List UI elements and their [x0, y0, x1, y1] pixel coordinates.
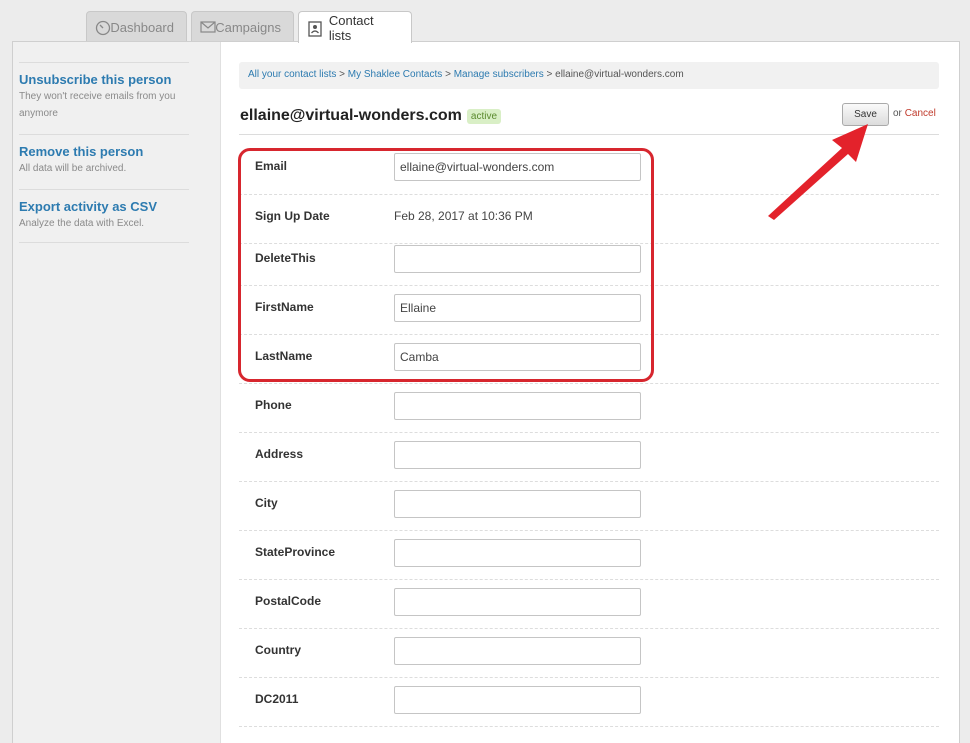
sidebar-item-remove[interactable]: Remove this person All data will be arch…	[19, 144, 189, 177]
gauge-icon	[95, 20, 111, 36]
breadcrumb-separator: >	[445, 69, 451, 80]
sidebar-item-desc: They won't receive emails from you anymo…	[19, 91, 176, 119]
breadcrumb-current: ellaine@virtual-wonders.com	[555, 69, 684, 80]
field-row-postalcode: PostalCode	[239, 580, 939, 629]
page-title: ellaine@virtual-wonders.com active	[240, 107, 502, 125]
tab-bar: Dashboard Campaigns Contact lists	[86, 11, 412, 43]
tab-label: Dashboard	[110, 19, 174, 35]
field-row-country: Country	[239, 629, 939, 678]
tab-campaigns[interactable]: Campaigns	[191, 11, 294, 42]
sidebar-divider	[19, 134, 189, 135]
sidebar-item-title[interactable]: Export activity as CSV	[19, 199, 189, 214]
field-label: DC2011	[255, 692, 299, 706]
postalcode-field[interactable]	[394, 588, 641, 616]
tab-contact-lists[interactable]: Contact lists	[298, 11, 412, 43]
address-field[interactable]	[394, 441, 641, 469]
sidebar-item-export[interactable]: Export activity as CSV Analyze the data …	[19, 199, 189, 232]
field-label: Address	[255, 447, 304, 461]
field-row-phone: Phone	[239, 384, 939, 433]
country-field[interactable]	[394, 637, 641, 665]
sidebar-item-title[interactable]: Unsubscribe this person	[19, 72, 189, 87]
status-badge: active	[466, 108, 502, 124]
contact-card-icon	[307, 20, 323, 37]
breadcrumb-separator: >	[339, 69, 345, 80]
cancel-group: or Cancel	[893, 108, 936, 119]
sidebar-divider	[19, 62, 189, 63]
sidebar-divider	[19, 189, 189, 190]
sidebar-divider	[19, 242, 189, 243]
field-label: PostalCode	[255, 594, 322, 608]
phone-field[interactable]	[394, 392, 641, 420]
sidebar-item-title[interactable]: Remove this person	[19, 144, 189, 159]
highlight-box	[238, 148, 654, 382]
field-label: StateProvince	[255, 545, 336, 559]
or-text: or	[893, 108, 902, 119]
field-row-stateprovince: StateProvince	[239, 531, 939, 580]
sidebar-item-desc: All data will be archived.	[19, 163, 127, 174]
arrow-annotation	[768, 124, 868, 220]
tab-label: Contact lists	[328, 12, 374, 43]
sidebar-item-desc: Analyze the data with Excel.	[19, 218, 145, 229]
tab-label: Campaigns	[215, 19, 281, 35]
breadcrumb-link-manage[interactable]: Manage subscribers	[454, 69, 544, 80]
field-label: Country	[255, 643, 301, 657]
cancel-link[interactable]: Cancel	[905, 108, 936, 119]
breadcrumb-link-list[interactable]: My Shaklee Contacts	[348, 69, 443, 80]
breadcrumb-separator: >	[546, 69, 553, 80]
field-row-dc2011: DC2011	[239, 678, 939, 727]
field-row-city: City	[239, 482, 939, 531]
stateprovince-field[interactable]	[394, 539, 641, 567]
dc2011-field[interactable]	[394, 686, 641, 714]
city-field[interactable]	[394, 490, 641, 518]
breadcrumb: All your contact lists > My Shaklee Cont…	[239, 62, 939, 89]
field-row-address: Address	[239, 433, 939, 482]
subscriber-email-heading: ellaine@virtual-wonders.com	[240, 107, 462, 124]
tab-dashboard[interactable]: Dashboard	[86, 11, 187, 42]
sidebar-item-unsubscribe[interactable]: Unsubscribe this person They won't recei…	[19, 72, 189, 122]
field-label: Phone	[255, 398, 292, 412]
envelope-icon	[200, 20, 216, 34]
breadcrumb-link-all-lists[interactable]: All your contact lists	[248, 69, 336, 80]
field-label: City	[255, 496, 278, 510]
